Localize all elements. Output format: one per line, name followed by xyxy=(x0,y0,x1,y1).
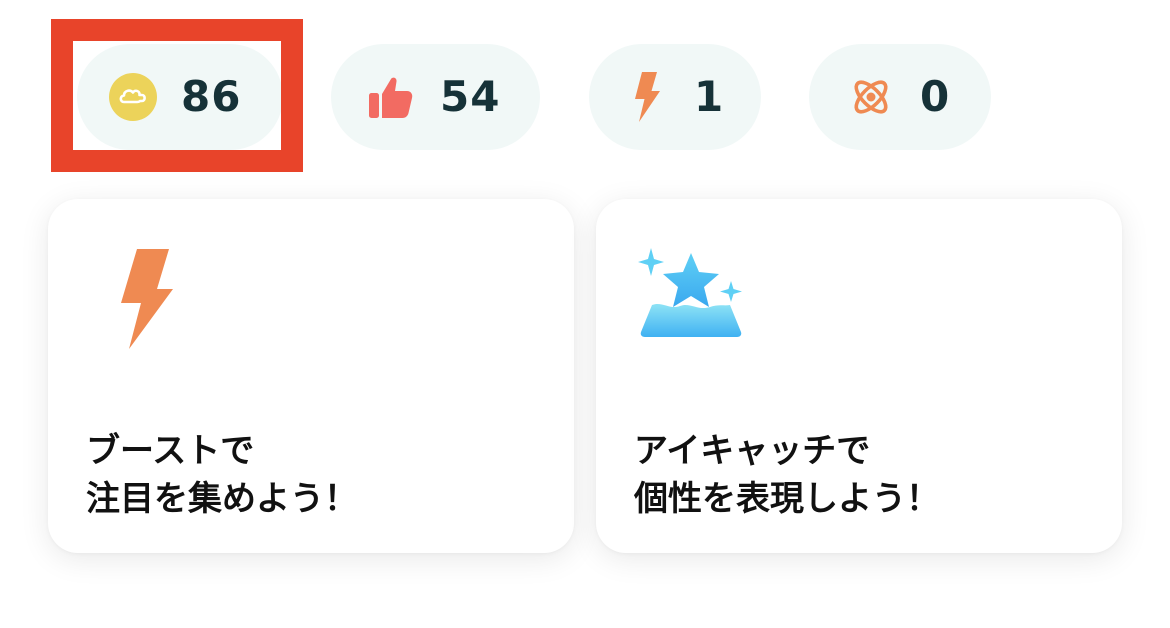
boost-count: 1 xyxy=(694,72,725,121)
cloud-coin-icon xyxy=(107,71,159,123)
likes-pill[interactable]: 54 xyxy=(331,44,540,150)
boost-card-line1: ブーストで xyxy=(86,431,255,471)
eyecatch-card[interactable]: アイキャッチで 個性を表現しよう！ xyxy=(596,199,1122,553)
points-pill[interactable]: 86 xyxy=(77,44,283,150)
points-count: 86 xyxy=(181,72,242,121)
lightning-icon xyxy=(633,71,661,123)
lightning-icon xyxy=(121,249,173,349)
thumbs-up-icon xyxy=(367,73,415,121)
eyecatch-card-text: アイキャッチで 個性を表現しよう！ xyxy=(634,427,940,523)
eyecatch-card-line2: 個性を表現しよう！ xyxy=(634,479,940,519)
orbit-pill[interactable]: 0 xyxy=(809,44,991,150)
boost-pill[interactable]: 1 xyxy=(589,44,761,150)
likes-count: 54 xyxy=(440,72,501,121)
boost-card-text: ブーストで 注目を集めよう！ xyxy=(86,427,358,523)
boost-card[interactable]: ブーストで 注目を集めよう！ xyxy=(48,199,574,553)
sparkle-star-icon xyxy=(638,248,742,337)
boost-card-line2: 注目を集めよう！ xyxy=(86,479,358,519)
orbit-count: 0 xyxy=(920,72,951,121)
eyecatch-card-line1: アイキャッチで xyxy=(634,431,871,471)
orbit-icon xyxy=(849,75,893,119)
